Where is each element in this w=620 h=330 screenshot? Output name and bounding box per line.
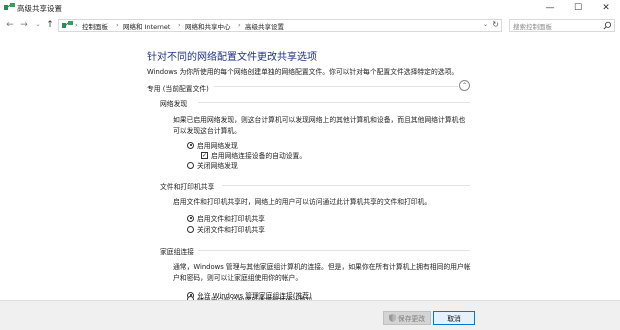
- maximize-button[interactable]: ☐: [564, 0, 592, 16]
- radio-unselected-icon[interactable]: [187, 225, 194, 233]
- address-bar[interactable]: › 控制面板 › 网络和 Internet › 网络和共享中心 › 高级共享设置…: [58, 19, 502, 32]
- collapse-chevron-icon[interactable]: ⌃: [459, 80, 470, 91]
- up-button[interactable]: ↑: [44, 19, 56, 31]
- breadcrumb-advanced-sharing[interactable]: 高级共享设置: [245, 21, 284, 31]
- page-title: 针对不同的网络配置文件更改共享选项: [147, 52, 317, 63]
- divider: [214, 86, 458, 87]
- radio-label: 关闭文件和打印机共享: [197, 226, 265, 234]
- back-button[interactable]: ←: [4, 19, 16, 31]
- network-icon: [62, 21, 73, 28]
- radio-discovery-on[interactable]: 启用网络发现: [187, 140, 238, 150]
- divider: [198, 250, 470, 251]
- radio-label: 关闭网络发现: [197, 162, 238, 170]
- breadcrumb-separator: ›: [238, 21, 241, 29]
- radio-label: 启用文件和打印机共享: [197, 215, 265, 223]
- forward-button[interactable]: →: [18, 19, 30, 31]
- profile-header: 专用 (当前配置文件): [147, 85, 209, 93]
- title-bar: 高级共享设置 — ☐ ✕: [0, 0, 620, 16]
- discovery-desc-line2: 可以发现这台计算机。: [173, 127, 241, 135]
- homegroup-description: 通常，Windows 管理与其他家庭组计算机的连接。但是，如果你在所有计算机上拥…: [173, 262, 493, 284]
- page-description: Windows 为你所使用的每个网络创建单独的网络配置文件。你可以针对每个配置文…: [147, 68, 459, 76]
- action-bar: 保存更改 取消: [0, 300, 620, 330]
- divider: [198, 102, 470, 103]
- chevron-down-icon[interactable]: ⌄: [483, 21, 488, 28]
- breadcrumb-separator: ›: [178, 21, 181, 29]
- radio-discovery-off[interactable]: 关闭网络发现: [187, 160, 238, 170]
- radio-file-printer-on[interactable]: 启用文件和打印机共享: [187, 213, 265, 223]
- divider: [222, 185, 470, 186]
- section-heading-file-printer: 文件和打印机共享: [160, 183, 215, 191]
- file-printer-description: 启用文件和打印机共享时，网络上的用户可以访问通过此计算机共享的文件和打印机。: [173, 198, 432, 206]
- breadcrumb-control-panel[interactable]: 控制面板: [82, 21, 108, 31]
- discovery-desc-line1: 如果已启用网络发现，则这台计算机可以发现网络上的其他计算机和设备，而且其他网络计…: [173, 116, 466, 124]
- close-button[interactable]: ✕: [592, 0, 620, 16]
- section-heading-homegroup: 家庭组连接: [160, 248, 194, 256]
- network-icon: [4, 3, 15, 10]
- radio-file-printer-off[interactable]: 关闭文件和打印机共享: [187, 224, 265, 234]
- cancel-button[interactable]: 取消: [433, 311, 475, 325]
- breadcrumb-separator: ›: [116, 21, 119, 29]
- recent-locations-button[interactable]: ⌄: [32, 19, 44, 31]
- checkbox-auto-setup[interactable]: ✓ 启用网络连接设备的自动设置。: [201, 150, 306, 160]
- save-button[interactable]: 保存更改: [383, 311, 431, 325]
- discovery-description: 如果已启用网络发现，则这台计算机可以发现网络上的其他计算机和设备，而且其他网络计…: [173, 115, 473, 137]
- shield-icon: [388, 314, 396, 322]
- radio-unselected-icon[interactable]: [187, 161, 194, 169]
- breadcrumb-separator: ›: [75, 21, 78, 29]
- refresh-icon[interactable]: ↻: [492, 20, 499, 29]
- breadcrumb-network-center[interactable]: 网络和共享中心: [185, 21, 231, 31]
- save-button-label: 保存更改: [397, 315, 426, 323]
- radio-selected-icon[interactable]: [187, 214, 194, 222]
- radio-label: 启用网络发现: [197, 142, 238, 150]
- section-heading-discovery: 网络发现: [160, 100, 188, 108]
- minimize-button[interactable]: —: [536, 0, 564, 16]
- homegroup-desc-line2: 户和密码，则可以让家庭组使用你的帐户。: [173, 274, 303, 282]
- main-content: 针对不同的网络配置文件更改共享选项 Windows 为你所使用的每个网络创建单独…: [0, 35, 620, 305]
- homegroup-desc-line1: 通常，Windows 管理与其他家庭组计算机的连接。但是，如果你在所有计算机上拥…: [173, 263, 471, 271]
- breadcrumb-network-internet[interactable]: 网络和 Internet: [123, 21, 170, 31]
- checkbox-label: 启用网络连接设备的自动设置。: [211, 152, 307, 160]
- search-placeholder: 搜索控制面板: [513, 23, 552, 31]
- search-icon[interactable]: [603, 21, 612, 30]
- navigation-bar: ← → ⌄ ↑ › 控制面板 › 网络和 Internet › 网络和共享中心 …: [0, 16, 620, 35]
- checkbox-checked-icon[interactable]: ✓: [201, 151, 208, 159]
- radio-selected-icon[interactable]: [187, 141, 194, 149]
- search-input[interactable]: 搜索控制面板: [509, 19, 615, 32]
- scrollbar[interactable]: [614, 35, 620, 300]
- window-title: 高级共享设置: [17, 4, 62, 13]
